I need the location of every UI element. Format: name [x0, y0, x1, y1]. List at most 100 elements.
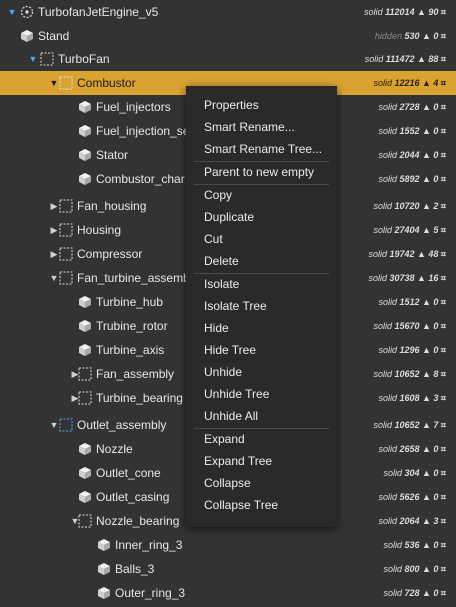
menu-item-expand-tree[interactable]: Expand Tree [204, 450, 272, 472]
child-count: 3 [433, 393, 441, 403]
child-count: 48 [428, 249, 441, 259]
child-count: 16 [428, 273, 441, 283]
menu-item-smart-rename-tree[interactable]: Smart Rename Tree... [204, 138, 322, 160]
hash-icon: ⌗ [440, 7, 446, 17]
expand-arrow-icon[interactable]: ▼ [49, 420, 59, 430]
vertex-count: 15670 [394, 321, 422, 331]
triangle-icon: ▲ [421, 126, 434, 136]
tree-row[interactable]: Stand hidden 530 ▲ 0 ⌗ [0, 24, 456, 48]
menu-item-collapse[interactable]: Collapse [204, 472, 251, 494]
tree-row-stats: solid 12216 ▲ 4 ⌗ [373, 71, 446, 95]
tree-row-stats: solid 536 ▲ 0 ⌗ [383, 533, 446, 557]
triangle-icon: ▲ [421, 31, 434, 41]
part-icon [78, 172, 92, 186]
vertex-count: 10652 [394, 369, 422, 379]
hash-icon: ⌗ [440, 444, 446, 454]
menu-item-unhide[interactable]: Unhide [204, 361, 242, 383]
triangle-icon: ▲ [416, 54, 429, 64]
menu-item-collapse-tree[interactable]: Collapse Tree [204, 494, 278, 516]
menu-item-duplicate[interactable]: Duplicate [204, 206, 254, 228]
menu-item-parent-to-new-empty[interactable]: Parent to new empty [204, 161, 314, 183]
menu-item-hide[interactable]: Hide [204, 317, 229, 339]
hash-icon: ⌗ [440, 516, 446, 526]
tree-row-label: Fan_assembly [96, 367, 175, 381]
group-icon [40, 52, 54, 66]
tree-row-label: Inner_ring_3 [115, 538, 183, 552]
collapse-arrow-icon[interactable]: ▶ [49, 225, 59, 235]
hash-icon: ⌗ [440, 468, 446, 478]
child-count: 0 [433, 588, 441, 598]
hash-icon: ⌗ [440, 174, 446, 184]
tree-row-label: Outer_ring_3 [115, 586, 186, 600]
menu-item-hide-tree[interactable]: Hide Tree [204, 339, 256, 361]
menu-item-smart-rename[interactable]: Smart Rename... [204, 116, 295, 138]
status-text: solid [378, 393, 400, 403]
menu-item-copy[interactable]: Copy [204, 184, 232, 206]
tree-row-stats: solid 10652 ▲ 7 ⌗ [373, 413, 446, 437]
child-count: 88 [428, 54, 441, 64]
vertex-count: 1608 [399, 393, 422, 403]
vertex-count: 304 [404, 468, 422, 478]
triangle-icon: ▲ [421, 516, 434, 526]
child-count: 0 [433, 345, 441, 355]
vertex-count: 5892 [399, 174, 422, 184]
expand-arrow-icon[interactable]: ▼ [7, 7, 17, 17]
collapse-arrow-icon[interactable]: ▶ [49, 249, 59, 259]
child-count: 0 [433, 102, 441, 112]
triangle-icon: ▲ [421, 201, 434, 211]
hash-icon: ⌗ [440, 78, 446, 88]
part-icon [97, 538, 111, 552]
part-icon [78, 490, 92, 504]
child-count: 5 [433, 225, 441, 235]
child-count: 8 [433, 369, 441, 379]
menu-item-cut[interactable]: Cut [204, 228, 223, 250]
triangle-icon: ▲ [421, 393, 434, 403]
tree-row-label: Fuel_injection_se [96, 124, 190, 138]
expand-arrow-icon[interactable]: ▼ [49, 273, 59, 283]
status-text: solid [383, 468, 405, 478]
triangle-icon: ▲ [416, 249, 429, 259]
collapse-arrow-icon[interactable]: ▶ [49, 201, 59, 211]
triangle-icon: ▲ [421, 369, 434, 379]
status-text: solid [373, 321, 395, 331]
expand-arrow-icon[interactable]: ▼ [49, 78, 59, 88]
tree-row-stats: hidden 530 ▲ 0 ⌗ [375, 24, 446, 48]
menu-item-unhide-tree[interactable]: Unhide Tree [204, 383, 269, 405]
menu-item-isolate[interactable]: Isolate [204, 273, 239, 295]
tree-row-label: Combustor [77, 76, 136, 90]
menu-item-expand[interactable]: Expand [204, 428, 245, 450]
tree-row[interactable]: Inner_ring_3 solid 536 ▲ 0 ⌗ [0, 533, 456, 557]
child-count: 0 [433, 297, 441, 307]
vertex-count: 111472 [385, 54, 417, 64]
hash-icon: ⌗ [440, 150, 446, 160]
triangle-icon: ▲ [421, 468, 434, 478]
menu-item-properties[interactable]: Properties [204, 94, 259, 116]
status-text: solid [364, 7, 386, 17]
menu-item-isolate-tree[interactable]: Isolate Tree [204, 295, 267, 317]
vertex-count: 1296 [399, 345, 422, 355]
status-text: solid [378, 345, 400, 355]
tree-row-stats: solid 19742 ▲ 48 ⌗ [368, 242, 446, 266]
hash-icon: ⌗ [440, 297, 446, 307]
expand-arrow-icon[interactable]: ▼ [28, 54, 38, 64]
tree-row[interactable]: Outer_ring_3 solid 728 ▲ 0 ⌗ [0, 581, 456, 605]
part-icon [20, 29, 34, 43]
menu-item-unhide-all[interactable]: Unhide All [204, 405, 258, 427]
tree-row[interactable]: ▼ TurbofanJetEngine_v5 solid 112014 ▲ 90 ⌗ [0, 0, 456, 24]
vertex-count: 1512 [399, 297, 422, 307]
hash-icon: ⌗ [440, 102, 446, 112]
vertex-count: 27404 [394, 225, 422, 235]
triangle-icon: ▲ [421, 492, 434, 502]
vertex-count: 30738 [389, 273, 417, 283]
vertex-count: 728 [404, 588, 422, 598]
hash-icon: ⌗ [440, 249, 446, 259]
tree-row-stats: solid 728 ▲ 0 ⌗ [383, 581, 446, 605]
status-text: solid [383, 564, 405, 574]
tree-row[interactable]: ▼ TurboFan solid 111472 ▲ 88 ⌗ [0, 47, 456, 71]
menu-item-delete[interactable]: Delete [204, 250, 239, 272]
tree-row-label: Turbine_hub [96, 295, 163, 309]
vertex-count: 2728 [399, 102, 422, 112]
tree-row[interactable]: Balls_3 solid 800 ▲ 0 ⌗ [0, 557, 456, 581]
tree-row-label: Housing [77, 223, 122, 237]
hash-icon: ⌗ [440, 126, 446, 136]
